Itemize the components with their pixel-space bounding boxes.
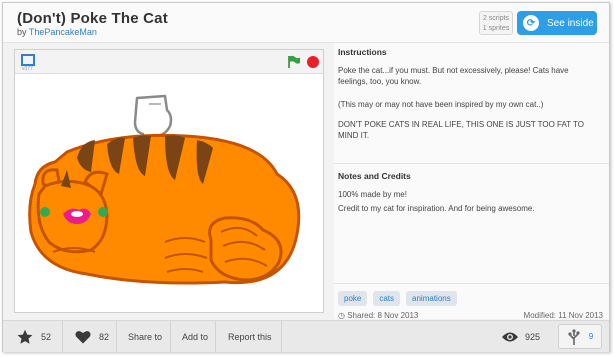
tag-poke[interactable]: poke xyxy=(338,291,368,306)
cat-sprite xyxy=(28,133,301,285)
project-player: v377 xyxy=(14,49,324,313)
shared-date: ◷ Shared: 8 Nov 2013 xyxy=(338,311,418,320)
project-info-panel: Instructions Poke the cat...if you must.… xyxy=(334,43,609,320)
section-divider xyxy=(334,163,609,164)
by-label: by xyxy=(17,27,27,37)
tag-animations[interactable]: animations xyxy=(406,291,457,306)
green-flag-icon[interactable] xyxy=(287,55,301,69)
view-count: 925 xyxy=(501,321,540,352)
share-button[interactable]: Share to xyxy=(117,321,171,352)
see-inside-icon: ⟳ xyxy=(523,15,539,31)
project-counts: 2 scripts 1 sprites xyxy=(479,11,513,35)
project-title: (Don't) Poke The Cat xyxy=(17,10,168,27)
shared-date-text: Shared: 8 Nov 2013 xyxy=(347,311,419,320)
sprites-count: 1 sprites xyxy=(482,25,510,32)
byline: by ThePancakeMan xyxy=(17,27,97,37)
love-count: 82 xyxy=(99,331,110,342)
clock-icon: ◷ xyxy=(338,311,345,320)
tag-cats[interactable]: cats xyxy=(373,291,401,306)
love-button[interactable]: 82 xyxy=(63,321,117,352)
instructions-heading: Instructions xyxy=(338,47,387,57)
report-button[interactable]: Report this xyxy=(216,321,282,352)
section-divider xyxy=(334,283,609,284)
instructions-text-3: DON'T POKE CATS IN REAL LIFE, THIS ONE I… xyxy=(338,120,585,140)
favorite-count: 52 xyxy=(41,331,52,342)
stop-icon[interactable] xyxy=(307,56,319,68)
notes-line-2: Credit to my cat for inspiration. And fo… xyxy=(338,204,535,213)
see-inside-button[interactable]: ⟳ See inside xyxy=(517,11,597,35)
remix-tree-icon xyxy=(568,328,580,345)
notes-heading: Notes and Credits xyxy=(338,171,411,181)
instructions-text-1: Poke the cat...if you must. But not exce… xyxy=(338,66,569,86)
remix-tree-button[interactable]: 9 xyxy=(558,324,602,349)
view-count-value: 925 xyxy=(525,331,541,342)
player-version: v377 xyxy=(22,66,33,72)
project-header: (Don't) Poke The Cat by ThePancakeMan 2 … xyxy=(3,3,609,43)
favorite-button[interactable]: 52 xyxy=(3,321,63,352)
tag-list: poke cats animations xyxy=(338,291,457,306)
notes-line-1: 100% made by me! xyxy=(338,190,407,199)
player-controls: v377 xyxy=(15,50,323,74)
modified-date: Modified: 11 Nov 2013 xyxy=(523,311,603,320)
remix-count: 9 xyxy=(588,332,594,341)
author-link[interactable]: ThePancakeMan xyxy=(29,27,97,37)
add-to-button[interactable]: Add to xyxy=(171,321,216,352)
see-inside-label: See inside xyxy=(547,17,594,29)
scripts-count: 2 scripts xyxy=(482,15,510,22)
heart-icon xyxy=(75,330,91,343)
action-bar: 52 82 Share to Add to Report this 925 9 xyxy=(3,320,609,352)
stage-canvas[interactable] xyxy=(15,74,323,312)
star-icon xyxy=(17,329,33,344)
instructions-text-2: (This may or may not have been inspired … xyxy=(338,100,544,109)
eye-icon xyxy=(502,332,518,341)
project-page: (Don't) Poke The Cat by ThePancakeMan 2 … xyxy=(2,2,610,352)
fullscreen-icon[interactable] xyxy=(21,54,35,66)
